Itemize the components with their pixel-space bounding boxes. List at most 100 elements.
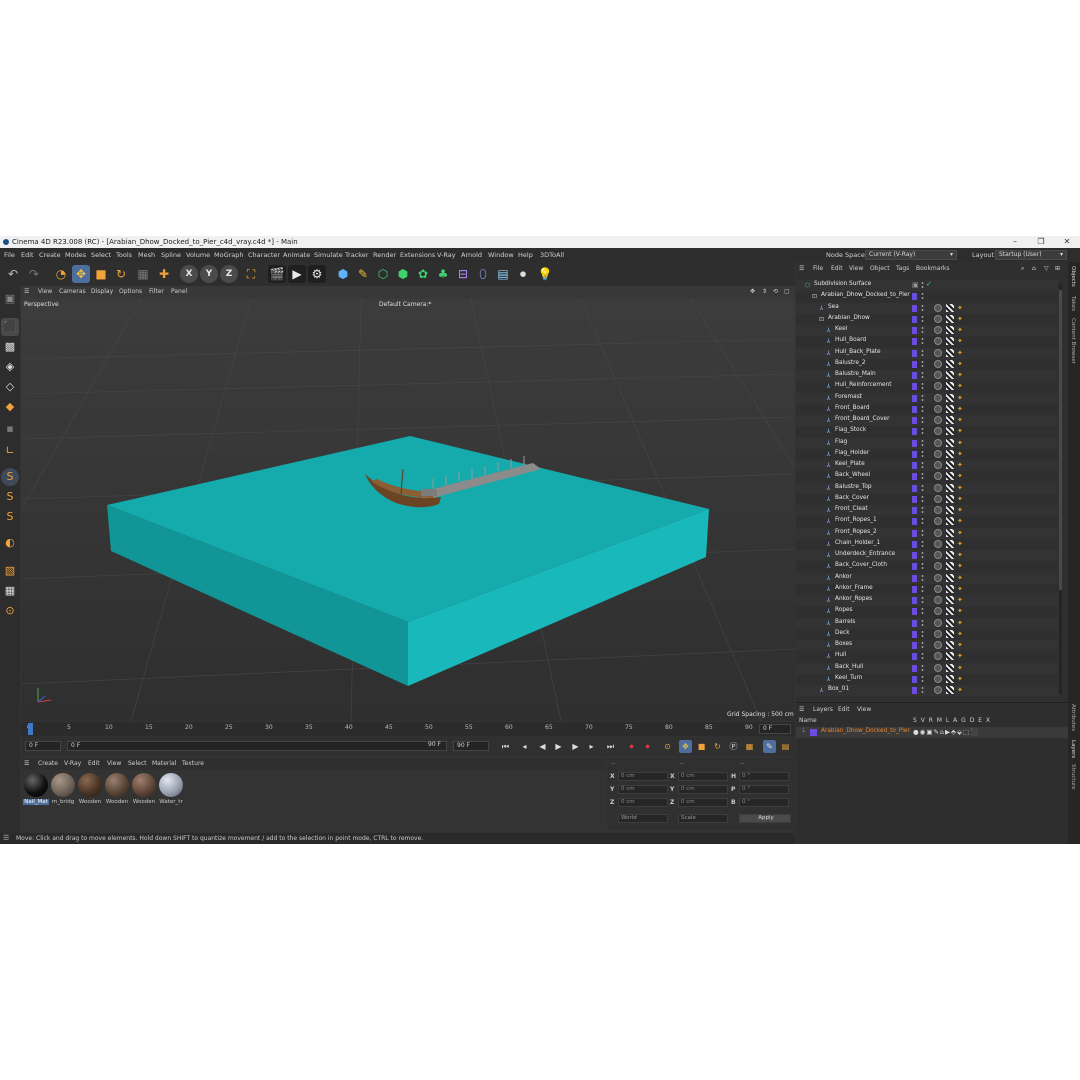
menu-animate[interactable]: Animate (283, 248, 310, 262)
texture-tag-icon[interactable] (946, 641, 954, 649)
key-position-icon[interactable]: ✥ (679, 740, 692, 753)
object-name[interactable]: Hull_Board (835, 337, 866, 343)
texture-tag-icon[interactable] (946, 652, 954, 661)
axis-move-icon[interactable]: ✚ (155, 265, 173, 283)
perspective-viewport[interactable]: Perspective Default Camera:* Grid Spacin… (21, 299, 795, 721)
visibility-toggle[interactable] (921, 562, 924, 572)
vray-tag-icon[interactable]: ✦ (957, 562, 963, 570)
size-mode-dropdown[interactable]: Scale (678, 814, 728, 823)
objects-menu-bookmarks[interactable]: Bookmarks (916, 265, 950, 272)
visibility-toggle[interactable] (921, 528, 924, 538)
vray-tag-icon[interactable]: ✦ (957, 349, 963, 357)
object-name[interactable]: Underdeck_Entrance (835, 551, 895, 557)
material-menu-texture[interactable]: Texture (182, 760, 204, 767)
object-name[interactable]: Front_Board (835, 405, 870, 411)
go-to-end-icon[interactable]: ⏭ (604, 740, 617, 753)
vray-tag-icon[interactable]: ✦ (957, 607, 963, 615)
enable-checkbox[interactable]: ▣ (912, 281, 919, 289)
object-name[interactable]: Ankor (835, 574, 852, 580)
layers-menu-layers[interactable]: Layers (813, 706, 833, 713)
object-row[interactable]: ⅄ Back_Hull ✦ (796, 662, 1058, 674)
texture-mode-icon[interactable]: ▩ (1, 338, 19, 356)
texture-tag-icon[interactable] (946, 562, 954, 571)
object-row[interactable]: ⬡ Subdivision Surface ▣ ✓ (796, 280, 1058, 291)
phong-tag-icon[interactable] (934, 314, 942, 323)
lock-x-axis-button[interactable]: X (180, 265, 198, 283)
object-row[interactable]: ⅄ Back_Wheel ✦ (796, 471, 1058, 483)
end-frame-field[interactable]: 90 F (453, 741, 489, 751)
object-row[interactable]: ⅄ Ankor_Frame ✦ (796, 583, 1058, 595)
menu-create[interactable]: Create (39, 248, 61, 262)
vray-tag-icon[interactable]: ✦ (957, 664, 963, 672)
material-menu-view[interactable]: View (107, 760, 121, 767)
texture-tag-icon[interactable] (946, 382, 954, 391)
close-button[interactable]: ✕ (1056, 236, 1078, 248)
layers-menu-edit[interactable]: Edit (838, 706, 850, 713)
tab-structure[interactable]: Structure (1070, 764, 1076, 790)
layer-color-swatch[interactable] (912, 484, 917, 492)
texture-tag-icon[interactable] (946, 303, 954, 312)
phong-tag-icon[interactable] (934, 607, 942, 616)
object-name[interactable]: Box_01 (828, 686, 849, 692)
tab-layers[interactable]: Layers (1070, 740, 1076, 758)
menu-select[interactable]: Select (91, 248, 111, 262)
filter-icon[interactable]: ▽ (1044, 265, 1049, 272)
object-row[interactable]: ⅄ Flag ✦ (796, 437, 1058, 449)
toggle-views-icon[interactable]: ▢ (784, 288, 790, 295)
visibility-toggle[interactable] (921, 494, 924, 504)
object-name[interactable]: Flag (835, 439, 847, 445)
phong-tag-icon[interactable] (934, 528, 942, 537)
lock-y-axis-button[interactable]: Y (200, 265, 218, 283)
vray-tag-icon[interactable]: ✦ (957, 337, 963, 345)
new-window-icon[interactable]: ⊞ (1055, 265, 1060, 272)
phong-tag-icon[interactable] (934, 393, 942, 402)
key-pla-icon[interactable]: ▦ (743, 740, 756, 753)
visibility-toggle[interactable] (921, 292, 924, 302)
object-row[interactable]: ⅄ Back_Cover ✦ (796, 493, 1058, 505)
phong-tag-icon[interactable] (934, 584, 942, 593)
zoom-view-icon[interactable]: ⇕ (762, 288, 767, 295)
layer-color-swatch[interactable] (912, 293, 917, 301)
phong-tag-icon[interactable] (934, 449, 942, 458)
redo-icon[interactable]: ↷ (25, 265, 43, 283)
phong-tag-icon[interactable] (934, 472, 942, 481)
visibility-toggle[interactable] (921, 348, 924, 358)
visibility-toggle[interactable] (921, 404, 924, 414)
phong-tag-icon[interactable] (934, 551, 942, 559)
scale-tool-icon[interactable]: ■ (92, 265, 110, 283)
texture-tag-icon[interactable] (946, 517, 954, 526)
size-x-field[interactable]: 0 cm (678, 772, 728, 781)
layer-color-swatch[interactable] (912, 405, 917, 413)
record-keys-icon[interactable]: ⏺ (625, 740, 638, 753)
coordinate-system-dropdown[interactable]: World (618, 814, 668, 823)
visibility-toggle[interactable] (921, 337, 924, 347)
texture-tag-icon[interactable] (946, 348, 954, 357)
layer-color-swatch[interactable] (912, 630, 917, 638)
layer-color-swatch[interactable] (912, 529, 917, 537)
tab-takes[interactable]: Takes (1070, 296, 1076, 311)
object-name[interactable]: Arabian_Dhow (828, 315, 870, 321)
vray-tag-icon[interactable]: ✦ (957, 360, 963, 368)
phong-tag-icon[interactable] (934, 506, 942, 514)
vray-tag-icon[interactable]: ✦ (957, 371, 963, 379)
object-name[interactable]: Subdivision Surface (814, 281, 871, 287)
scheme-icon[interactable]: ✎ (763, 740, 776, 753)
viewport-menu-view[interactable]: View (38, 288, 52, 295)
object-row[interactable]: ⅄ Hull ✦ (796, 651, 1058, 663)
object-name[interactable]: Keel (835, 326, 847, 332)
object-name[interactable]: Hull (835, 652, 846, 658)
vray-tag-icon[interactable]: ✦ (957, 641, 963, 649)
texture-tag-icon[interactable] (946, 584, 954, 593)
maximize-button[interactable]: ❐ (1030, 236, 1052, 248)
planar-workplane-icon[interactable]: ▦ (1, 582, 19, 600)
texture-tag-icon[interactable] (946, 596, 954, 604)
objects-menu-view[interactable]: View (849, 265, 863, 272)
layer-color-swatch[interactable] (912, 394, 917, 402)
node-space-dropdown[interactable]: Current (V-Ray) ▾ (865, 250, 957, 260)
menu-tools[interactable]: Tools (116, 248, 132, 262)
layer-color-swatch[interactable] (912, 327, 917, 334)
size-z-field[interactable]: 0 cm (678, 798, 728, 807)
visibility-toggle[interactable] (921, 314, 924, 324)
layer-color-swatch[interactable] (912, 563, 917, 571)
material-swatch[interactable] (159, 773, 183, 797)
